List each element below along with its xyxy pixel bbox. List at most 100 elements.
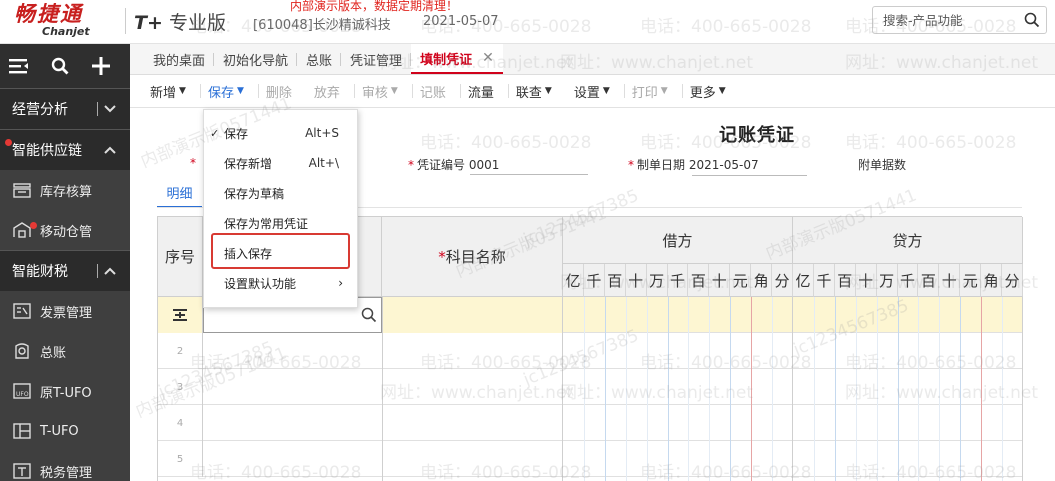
sidebar-group-label: 经营分析 xyxy=(12,102,68,118)
credit-digit-header: 万 xyxy=(876,264,898,297)
menu-item-label: 保存新增 xyxy=(224,156,273,171)
grid-line xyxy=(667,297,669,481)
voucher-type-field[interactable]: * xyxy=(190,156,199,170)
logo-text-cn: 畅捷通 xyxy=(14,2,83,26)
delete-button[interactable]: 删除 xyxy=(266,82,300,101)
credit-digit-header: 十 xyxy=(939,264,961,297)
close-icon[interactable]: ✕ xyxy=(482,50,494,66)
company-name[interactable]: [610048]长沙精诚科技 xyxy=(253,14,391,33)
debit-digit-header: 百 xyxy=(688,264,710,297)
attachments-field[interactable]: 附单据数 xyxy=(858,156,906,173)
inventory-icon xyxy=(13,183,31,198)
group-divider xyxy=(97,102,98,116)
tax-icon xyxy=(13,463,31,479)
sidebar-item-ledger[interactable]: 总账 xyxy=(0,331,130,371)
voucher-no-underline xyxy=(470,174,588,175)
tab-fill-voucher[interactable]: 填制凭证 ✕ xyxy=(411,44,503,74)
chevron-up-icon[interactable] xyxy=(104,146,116,154)
tab-voucher-management[interactable]: 凭证管理 xyxy=(341,44,412,74)
chevron-down-icon[interactable] xyxy=(104,105,116,113)
sidebar-item-mobile-warehouse[interactable]: 移动仓管 xyxy=(0,210,130,250)
chevron-right-icon: › xyxy=(338,276,343,290)
table-row[interactable]: 3 xyxy=(158,369,1023,405)
search-icon[interactable] xyxy=(1024,12,1040,28)
tufo-icon xyxy=(13,423,31,439)
voucher-date-field: * 制单日期 2021-05-07 xyxy=(628,156,759,173)
table-row[interactable]: 4 xyxy=(158,405,1023,441)
sidebar-item-original-t-ufo[interactable]: UFO 原T-UFO xyxy=(0,371,130,411)
account-cell[interactable] xyxy=(382,297,563,333)
plus-icon[interactable] xyxy=(91,56,111,76)
insert-row-cell[interactable] xyxy=(158,297,203,333)
voucher-title: 记账凭证 xyxy=(719,125,795,146)
search-input[interactable] xyxy=(873,7,1013,33)
voucher-date-underline xyxy=(692,175,807,176)
required-mark: * xyxy=(190,156,196,170)
query-button[interactable]: 联查 ▼ xyxy=(516,82,560,101)
more-button[interactable]: 更多 ▼ xyxy=(690,82,734,101)
credit-digit-header: 角 xyxy=(981,264,1003,297)
sidebar-item-t-ufo[interactable]: T-UFO xyxy=(0,411,130,451)
debit-digit-header: 十 xyxy=(625,264,647,297)
settings-button[interactable]: 设置 ▼ xyxy=(573,82,625,101)
sidebar-group-supply-chain[interactable]: 智能供应链 xyxy=(0,129,130,170)
product-prefix: T+ xyxy=(134,12,163,34)
menu-icon[interactable] xyxy=(9,58,29,74)
grid-line xyxy=(981,297,983,481)
save-label: 保存 xyxy=(207,85,234,101)
menu-item-label: 设置默认功能 xyxy=(224,276,297,291)
sidebar-item-label: 移动仓管 xyxy=(40,224,93,240)
search-icon[interactable] xyxy=(361,307,377,323)
sidebar-group-finance-tax[interactable]: 智能财税 xyxy=(0,250,130,291)
new-button[interactable]: 新增 ▼ xyxy=(150,82,201,101)
insert-row-icon[interactable] xyxy=(172,308,188,322)
search-icon[interactable] xyxy=(51,57,69,75)
sidebar-group-analysis[interactable]: 经营分析 xyxy=(0,88,130,129)
voucher-date-value[interactable]: 2021-05-07 xyxy=(689,158,759,172)
grid-line xyxy=(792,297,793,481)
grid-line xyxy=(583,297,585,481)
print-button[interactable]: 打印 ▼ xyxy=(631,82,683,101)
print-label: 打印 xyxy=(631,85,658,101)
debit-digit-header: 百 xyxy=(604,264,626,297)
grid-line xyxy=(834,297,836,481)
settings-label: 设置 xyxy=(573,85,600,101)
mobile-warehouse-icon xyxy=(13,222,31,238)
credit-digit-header: 分 xyxy=(1002,264,1023,297)
menu-item-default-function[interactable]: 设置默认功能 › xyxy=(204,268,357,298)
sidebar-item-invoice[interactable]: 发票管理 xyxy=(0,291,130,331)
menu-item-save-draft[interactable]: 保存为草稿 xyxy=(204,178,357,208)
menu-item-save[interactable]: ✓ 保存 Alt+S xyxy=(204,118,357,148)
table-row[interactable]: 2 xyxy=(158,333,1023,369)
post-button[interactable]: 记账 xyxy=(420,82,461,101)
product-search[interactable] xyxy=(872,6,1047,34)
caret-down-icon: ▼ xyxy=(390,86,398,96)
voucher-no-value[interactable]: 0001 xyxy=(469,158,500,172)
sidebar-group-label: 智能供应链 xyxy=(12,143,82,159)
voucher-toolbar: 新增 ▼ 保存 ▼ 删除 放弃 审核 ▼ 记账 流量 联查 ▼ 设置 ▼ 打印 ▼ 更多 ▼ xyxy=(130,75,1055,108)
sidebar-item-inventory[interactable]: 库存核算 xyxy=(0,170,130,210)
credit-digit-header: 元 xyxy=(960,264,982,297)
sidebar-item-tax[interactable]: 税务管理 xyxy=(0,451,130,481)
tab-init-navigation[interactable]: 初始化导航 xyxy=(214,44,298,74)
sidebar-group-label: 智能财税 xyxy=(12,264,68,280)
menu-item-save-common[interactable]: 保存为常用凭证 xyxy=(204,208,357,238)
table-row[interactable]: 5 xyxy=(158,441,1023,477)
tab-detail[interactable]: 明细 xyxy=(157,178,202,208)
ufo-icon: UFO xyxy=(13,383,31,399)
sidebar: 经营分析 智能供应链 库存核算 移动仓管 智能财税 发票管理 总账 UFO 原T… xyxy=(0,44,130,481)
logo-divider xyxy=(125,8,126,34)
grid-line xyxy=(751,297,753,481)
discard-button[interactable]: 放弃 xyxy=(314,82,355,101)
tab-general-ledger[interactable]: 总账 xyxy=(297,44,342,74)
audit-button[interactable]: 审核 ▼ xyxy=(361,82,413,101)
audit-label: 审核 xyxy=(361,85,388,101)
cash-flow-button[interactable]: 流量 xyxy=(468,82,509,101)
grid-line xyxy=(562,297,563,481)
menu-item-insert-save[interactable]: 插入保存 xyxy=(204,238,357,268)
tab-desktop[interactable]: 我的桌面 xyxy=(144,44,215,74)
save-button[interactable]: 保存 ▼ xyxy=(207,82,259,101)
menu-item-save-and-new[interactable]: 保存新增 Alt+\ xyxy=(204,148,357,178)
chevron-up-icon[interactable] xyxy=(104,267,116,275)
logo-text-en: Chanjet xyxy=(42,25,90,38)
